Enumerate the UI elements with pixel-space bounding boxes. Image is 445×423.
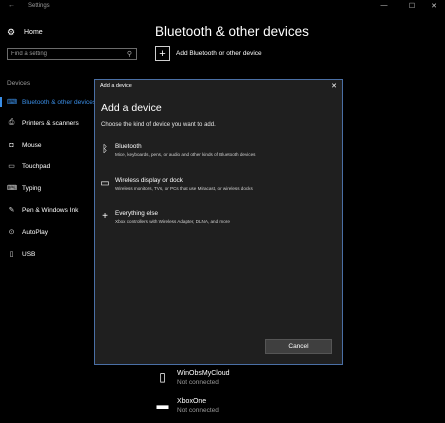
home-label: Home <box>24 28 43 36</box>
add-device-label: Add Bluetooth or other device <box>176 50 262 57</box>
console-icon: ▬ <box>156 398 169 412</box>
sidebar-item-autoplay[interactable]: ⊙ AutoPlay <box>0 226 95 238</box>
sidebar-item-touchpad[interactable]: ▭ Touchpad <box>0 160 95 172</box>
usb-icon: ▯ <box>9 251 14 258</box>
add-device-button[interactable]: + Add Bluetooth or other device <box>155 46 262 61</box>
home-gear-icon: ⚙ <box>7 26 16 37</box>
sidebar-item-label: Printers & scanners <box>22 119 79 127</box>
printer-icon: ⎙ <box>8 119 15 126</box>
search-box[interactable]: ⚲ <box>7 48 137 60</box>
option-wireless-display[interactable]: ▭ Wireless display or dock Wireless moni… <box>99 177 337 201</box>
title-bar: ← Settings — ☐ ✕ <box>0 0 445 14</box>
dialog-title: Add a device <box>100 83 132 89</box>
mouse-icon: ◘ <box>9 141 14 149</box>
option-description: Mice, keyboards, pens, or audio and othe… <box>115 152 256 157</box>
option-title: Wireless display or dock <box>115 177 183 184</box>
sidebar-item-bluetooth[interactable]: ⌨ Bluetooth & other devices <box>0 96 97 108</box>
dialog-heading: Add a device <box>101 102 162 114</box>
phone-icon: ▯ <box>159 370 166 384</box>
keyboard-icon: ⌨ <box>7 185 18 192</box>
option-description: Xbox controllers with Wireless Adapter, … <box>115 219 230 224</box>
back-arrow-icon[interactable]: ← <box>8 2 15 9</box>
search-input[interactable] <box>8 51 124 57</box>
minimize-icon[interactable]: — <box>378 2 390 9</box>
option-title: Bluetooth <box>115 143 142 150</box>
pen-icon: ✎ <box>8 207 15 214</box>
bluetooth-devices-icon: ⌨ <box>7 99 18 106</box>
close-icon[interactable]: ✕ <box>331 82 337 90</box>
dialog-subtitle: Choose the kind of device you want to ad… <box>101 122 216 128</box>
add-plus-icon: + <box>155 46 170 61</box>
sidebar-item-label: Touchpad <box>22 162 51 170</box>
device-name: WinObsMyCloud <box>177 370 230 377</box>
sidebar-item-typing[interactable]: ⌨ Typing <box>0 182 95 194</box>
device-item[interactable]: ▬ XboxOne Not connected <box>155 398 219 414</box>
window-title: Settings <box>28 3 50 9</box>
section-label-devices: Devices <box>7 80 31 87</box>
option-bluetooth[interactable]: ᛒ Bluetooth Mice, keyboards, pens, or au… <box>99 143 337 167</box>
sidebar-item-label: USB <box>22 250 36 258</box>
autoplay-icon: ⊙ <box>8 229 15 236</box>
option-title: Everything else <box>115 210 159 217</box>
monitor-icon: ▭ <box>100 178 110 189</box>
sidebar-item-label: Bluetooth & other devices <box>22 98 97 106</box>
close-window-icon[interactable]: ✕ <box>428 2 440 10</box>
sidebar-home[interactable]: ⚙ Home <box>7 26 43 38</box>
search-icon[interactable]: ⚲ <box>127 50 132 58</box>
sidebar-item-label: Pen & Windows Ink <box>22 206 79 214</box>
device-status: Not connected <box>177 379 219 386</box>
device-status: Not connected <box>177 407 219 414</box>
option-everything-else[interactable]: + Everything else Xbox controllers with … <box>99 210 337 234</box>
sidebar-item-mouse[interactable]: ◘ Mouse <box>0 139 95 151</box>
sidebar-item-label: Typing <box>22 184 42 192</box>
add-device-dialog: Add a device ✕ Add a device Choose the k… <box>94 79 343 365</box>
touchpad-icon: ▭ <box>8 163 15 170</box>
sidebar-item-usb[interactable]: ▯ USB <box>0 248 95 260</box>
device-name: XboxOne <box>177 398 207 405</box>
plus-icon: + <box>102 211 108 222</box>
page-title: Bluetooth & other devices <box>155 24 309 39</box>
sidebar-item-printers[interactable]: ⎙ Printers & scanners <box>0 117 95 129</box>
sidebar-item-label: Mouse <box>22 141 42 149</box>
sidebar-item-label: AutoPlay <box>22 228 49 236</box>
device-item[interactable]: ▯ WinObsMyCloud Not connected <box>155 370 230 386</box>
cancel-button[interactable]: Cancel <box>265 339 332 354</box>
bluetooth-icon: ᛒ <box>102 144 108 155</box>
maximize-icon[interactable]: ☐ <box>406 2 418 10</box>
option-description: Wireless monitors, TVs, or PCs that use … <box>115 186 253 191</box>
sidebar-item-pen[interactable]: ✎ Pen & Windows Ink <box>0 204 95 216</box>
